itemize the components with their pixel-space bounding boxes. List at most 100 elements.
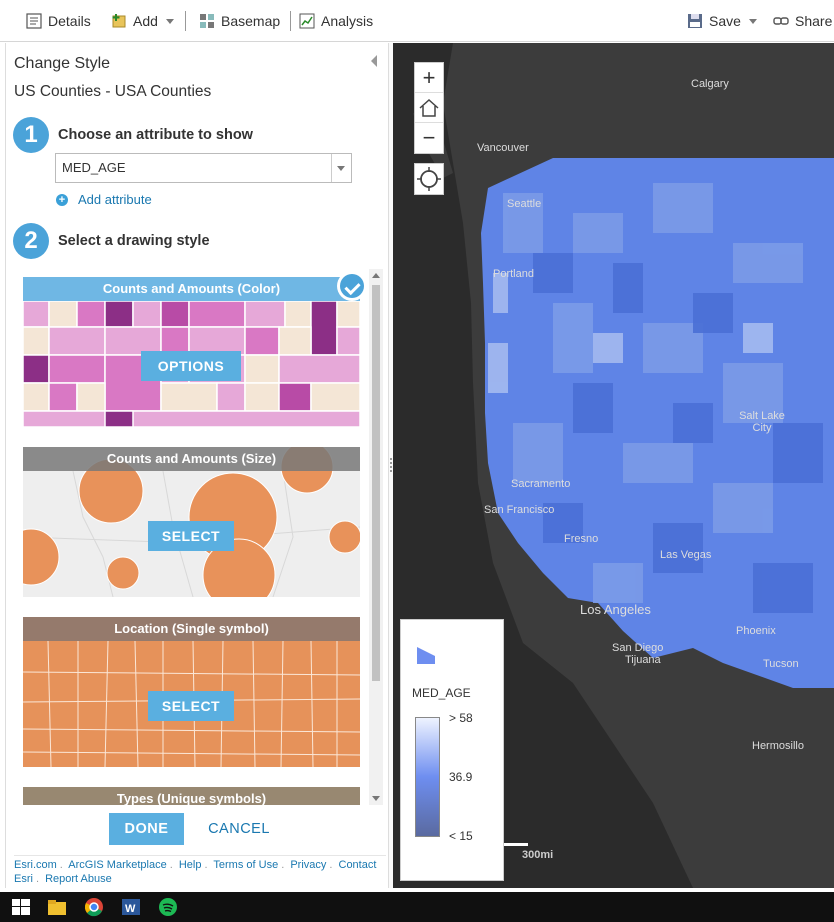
analysis-button[interactable]: Analysis — [299, 10, 373, 32]
plus-circle-icon: + — [56, 193, 68, 206]
city-label: San Diego — [612, 642, 664, 654]
scrollbar-thumb[interactable] — [372, 285, 380, 681]
zoom-controls: + − — [414, 62, 444, 154]
home-button[interactable] — [415, 93, 443, 123]
footer-link[interactable]: Terms of Use — [213, 859, 278, 871]
details-button[interactable]: Details — [26, 10, 91, 32]
home-icon — [419, 98, 439, 117]
panel-title: Change Style — [14, 55, 111, 72]
style-card-color[interactable]: Counts and Amounts (Color) OPTIONS — [23, 277, 360, 427]
svg-text:W: W — [125, 903, 136, 915]
basemap-grid-icon — [199, 13, 215, 29]
legend-field: MED_AGE — [412, 686, 471, 700]
legend-mid: 36.9 — [449, 770, 473, 784]
selected-check-icon — [337, 271, 367, 301]
footer-link[interactable]: ArcGIS Marketplace — [68, 859, 166, 871]
layer-name: US Counties - USA Counties — [14, 83, 212, 100]
step-1-label: Choose an attribute to show — [58, 127, 253, 143]
basemap-label: Basemap — [221, 13, 281, 29]
save-button[interactable]: Save — [687, 10, 757, 32]
city-label: Tucson — [763, 658, 799, 670]
scroll-up-icon[interactable] — [372, 273, 380, 278]
step-1-badge: 1 — [13, 117, 49, 153]
city-label: Los Angeles — [580, 602, 651, 617]
drag-handle-icon[interactable] — [390, 458, 392, 472]
attribute-select[interactable]: MED_AGE — [55, 153, 352, 183]
scale-label: 300mi — [522, 849, 554, 861]
style-card-title: Counts and Amounts (Size) — [23, 447, 360, 471]
save-label: Save — [709, 13, 741, 29]
legend-low: < 15 — [449, 829, 473, 843]
add-attribute-link[interactable]: + Add attribute — [56, 192, 152, 207]
style-card-title: Location (Single symbol) — [23, 617, 360, 641]
style-card-title: Counts and Amounts (Color) — [23, 277, 360, 301]
city-label: Hermosillo — [752, 740, 804, 752]
step-2-label: Select a drawing style — [58, 233, 210, 249]
legend-color-ramp — [415, 717, 440, 837]
footer-links: Esri.com. ArcGIS Marketplace. Help. Term… — [14, 855, 386, 886]
word-icon[interactable]: W — [120, 897, 142, 917]
chevron-down-icon — [165, 18, 174, 24]
add-button[interactable]: Add — [111, 10, 174, 32]
legend-high: > 58 — [449, 711, 473, 725]
cancel-button[interactable]: CANCEL — [204, 813, 274, 845]
toolbar-divider — [185, 11, 186, 31]
map-legend: MED_AGE > 58 36.9 < 15 — [400, 619, 504, 881]
chevron-down-icon — [748, 18, 757, 24]
file-explorer-icon[interactable] — [46, 897, 68, 917]
basemap-button[interactable]: Basemap — [199, 10, 280, 32]
add-layer-icon — [111, 13, 127, 29]
os-taskbar: W — [0, 892, 834, 922]
city-label: San Francisco — [484, 504, 555, 516]
scale-bar — [504, 843, 528, 846]
details-icon — [26, 13, 42, 29]
options-button[interactable]: OPTIONS — [141, 351, 241, 381]
footer-link[interactable]: Report Abuse — [45, 873, 112, 885]
footer-link[interactable]: Privacy — [290, 859, 326, 871]
chrome-icon[interactable] — [83, 897, 105, 917]
select-location-button[interactable]: SELECT — [148, 691, 234, 721]
city-label: Portland — [493, 268, 534, 280]
done-button[interactable]: DONE — [109, 813, 184, 845]
attribute-select-value: MED_AGE — [62, 160, 126, 175]
select-size-button[interactable]: SELECT — [148, 521, 234, 551]
style-card-size[interactable]: Counts and Amounts (Size) SELECT — [23, 447, 360, 597]
footer-link[interactable]: Esri.com — [14, 859, 57, 871]
scroll-down-icon[interactable] — [372, 796, 380, 801]
zoom-in-button[interactable]: + — [415, 63, 443, 93]
add-label: Add — [133, 13, 158, 29]
analysis-icon — [299, 13, 315, 29]
top-toolbar: Details Add Basemap Analysis Save Share — [0, 0, 834, 42]
save-icon — [687, 13, 703, 29]
city-label: Las Vegas — [660, 549, 712, 561]
analysis-label: Analysis — [321, 13, 374, 29]
city-label: Calgary — [691, 78, 729, 90]
collapse-panel-icon[interactable] — [371, 55, 377, 67]
city-label: Seattle — [507, 198, 542, 210]
style-list-scrollbar[interactable] — [369, 269, 383, 805]
drawing-style-list: Counts and Amounts (Color) OPTIONS Count… — [23, 277, 360, 805]
share-label: Share — [795, 13, 833, 29]
legend-symbol-icon — [417, 647, 435, 664]
details-label: Details — [48, 13, 91, 29]
style-card-location[interactable]: Location (Single symbol) SELECT — [23, 617, 360, 767]
city-label: Salt Lake City — [739, 410, 785, 434]
add-attribute-label: Add attribute — [78, 192, 152, 207]
locate-button[interactable] — [414, 163, 444, 195]
style-card-types[interactable]: Types (Unique symbols) — [23, 787, 360, 805]
locate-crosshair-icon — [417, 167, 441, 191]
map-view[interactable]: + − Calgary Vancouver Seattle Portland S… — [393, 43, 834, 888]
city-label: Fresno — [564, 533, 599, 545]
change-style-panel: Change Style US Counties - USA Counties … — [5, 43, 388, 888]
footer-link[interactable]: Help — [179, 859, 202, 871]
windows-start-icon[interactable] — [10, 897, 32, 917]
city-label: Vancouver — [477, 142, 529, 154]
toolbar-divider — [290, 11, 291, 31]
city-label: Tijuana — [625, 654, 661, 666]
spotify-icon[interactable] — [157, 897, 179, 917]
chevron-down-icon[interactable] — [331, 154, 351, 182]
style-card-title: Types (Unique symbols) — [23, 787, 360, 805]
step-2-badge: 2 — [13, 223, 49, 259]
zoom-out-button[interactable]: − — [415, 123, 443, 153]
share-button[interactable]: Share — [773, 10, 832, 32]
